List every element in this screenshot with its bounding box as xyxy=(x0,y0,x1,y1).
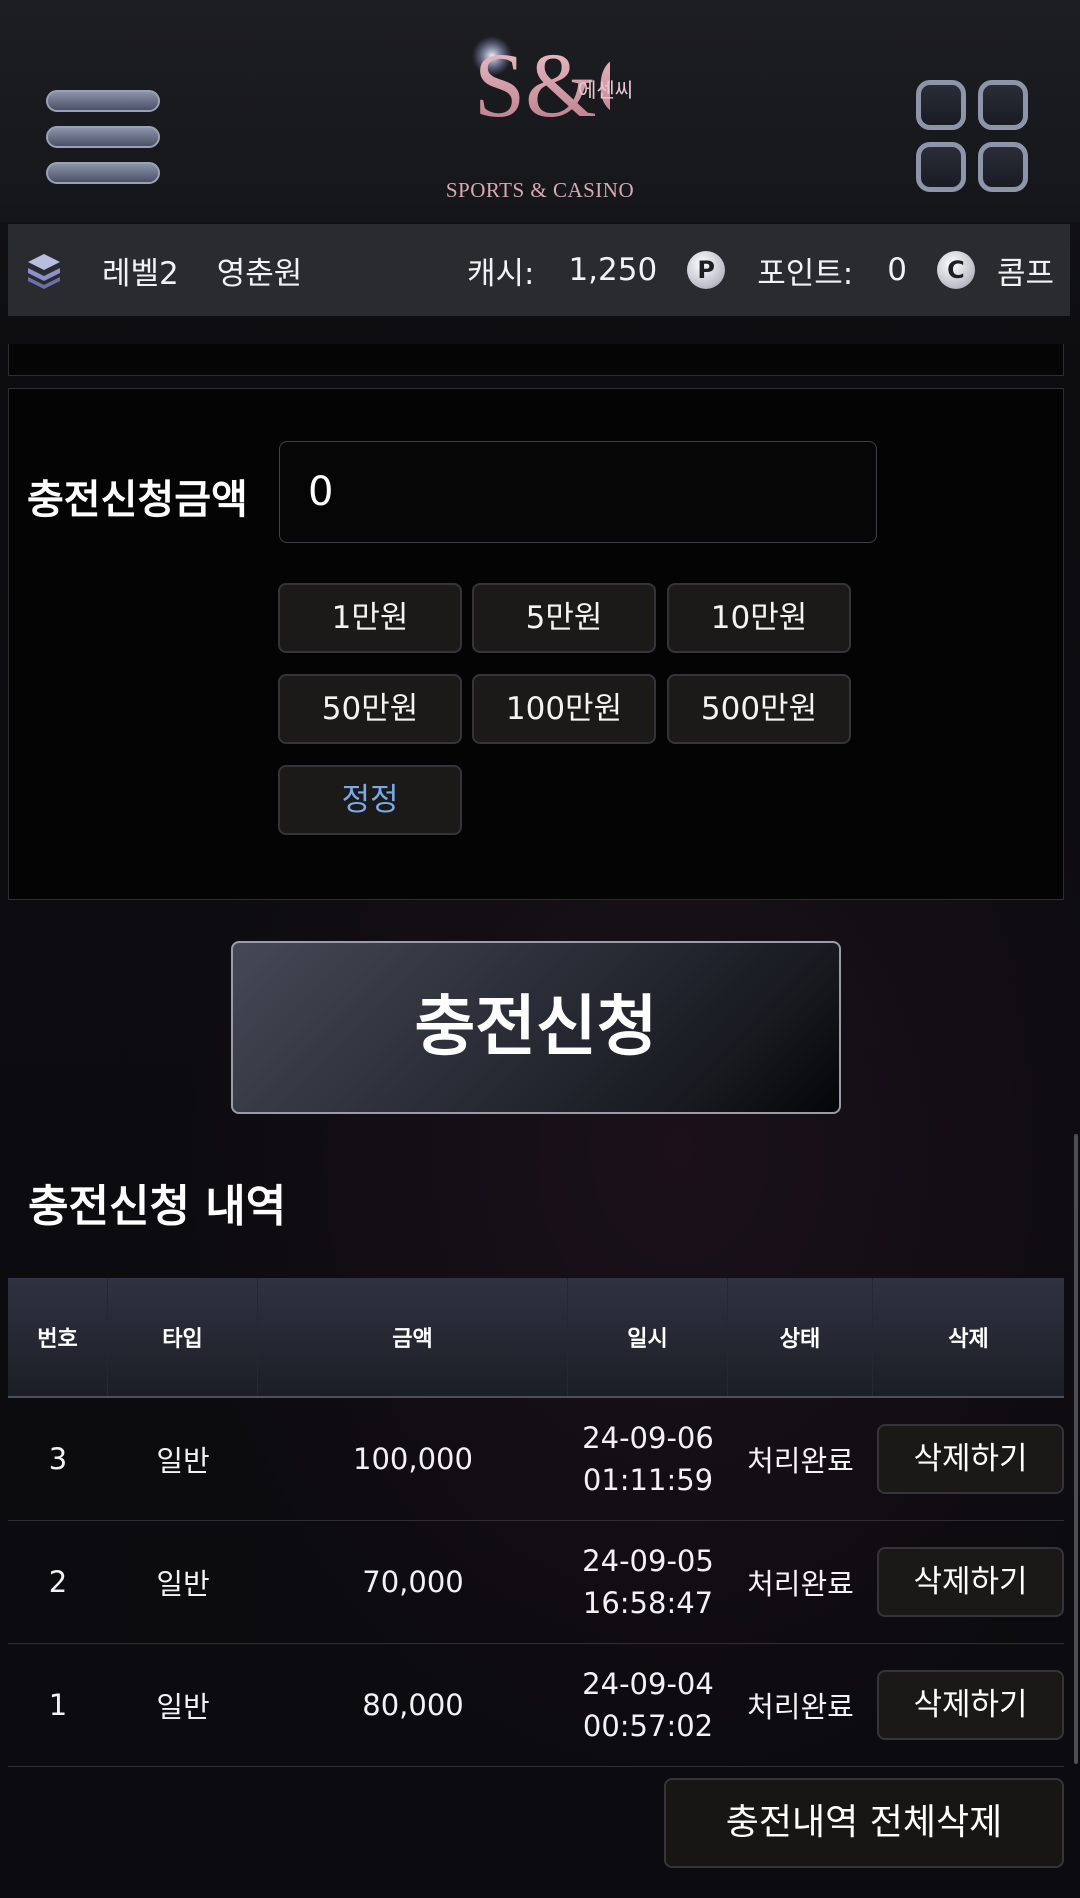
notice-panel xyxy=(8,344,1064,376)
deposit-amount-label: 충전신청금액 xyxy=(27,477,248,523)
table-row: 2 일반 70,000 24-09-05 16:58:47 처리완료 삭제하기 xyxy=(8,1521,1064,1644)
top-header: S&C 에센씨 SPORTS & CASINO xyxy=(0,0,1080,222)
page-scrollbar[interactable] xyxy=(1074,1134,1078,1764)
logo-korean-text: 에센씨 xyxy=(578,78,634,102)
username: 영춘원 xyxy=(216,255,303,292)
table-row: 3 일반 100,000 24-09-06 01:11:59 처리완료 삭제하기 xyxy=(8,1398,1064,1521)
row-delete-cell: 삭제하기 xyxy=(873,1644,1064,1766)
quick-amount-10k-button[interactable]: 1만원 xyxy=(278,583,462,653)
logo-monogram: S&C xyxy=(472,36,610,136)
row-delete-cell: 삭제하기 xyxy=(873,1398,1064,1520)
row-time: 01:11:59 xyxy=(582,1463,714,1497)
row-datetime: 24-09-06 01:11:59 xyxy=(568,1398,728,1520)
row-status: 처리완료 xyxy=(747,1690,854,1724)
delete-row-button[interactable]: 삭제하기 xyxy=(877,1547,1064,1617)
quick-amount-50k-button[interactable]: 5만원 xyxy=(472,583,656,653)
level-layers-icon xyxy=(28,254,60,289)
deposit-history-table: 번호 타입 금액 일시 상태 삭제 3 일반 100,000 24-09-06 … xyxy=(8,1278,1064,1767)
hamburger-menu-icon[interactable] xyxy=(46,90,160,184)
cash-value: 1,250 xyxy=(568,252,658,288)
table-row: 1 일반 80,000 24-09-04 00:57:02 처리완료 삭제하기 xyxy=(8,1644,1064,1767)
row-no: 1 xyxy=(48,1688,68,1722)
row-datetime: 24-09-04 00:57:02 xyxy=(568,1644,728,1766)
history-title: 충전신청 내역 xyxy=(28,1181,287,1232)
quick-amount-500k-button[interactable]: 50만원 xyxy=(278,674,462,744)
column-header-status: 상태 xyxy=(728,1278,873,1396)
row-no: 2 xyxy=(48,1565,68,1599)
quick-amount-5m-button[interactable]: 500만원 xyxy=(667,674,851,744)
row-status: 처리완료 xyxy=(747,1567,854,1601)
site-logo[interactable]: S&C 에센씨 SPORTS & CASINO xyxy=(430,18,650,208)
row-type: 일반 xyxy=(156,1444,210,1478)
deposit-submit-button[interactable]: 충전신청 xyxy=(231,941,841,1114)
grid-square xyxy=(978,80,1028,130)
row-amount: 70,000 xyxy=(362,1565,464,1599)
hamburger-bar xyxy=(46,90,160,112)
reset-amount-button[interactable]: 정정 xyxy=(278,765,462,835)
column-header-delete: 삭제 xyxy=(948,1327,989,1352)
column-header-type: 타입 xyxy=(108,1278,258,1396)
row-date: 24-09-04 xyxy=(582,1667,714,1701)
row-type: 일반 xyxy=(156,1690,210,1724)
grid-square xyxy=(916,142,966,192)
delete-row-button[interactable]: 삭제하기 xyxy=(877,1670,1064,1740)
user-info-bar: 레벨2 영춘원 캐시: 1,250 P 포인트: 0 C 콤프 xyxy=(8,224,1070,316)
point-coin-icon: P xyxy=(687,251,726,289)
deposit-amount-input[interactable] xyxy=(279,441,877,543)
delete-row-button[interactable]: 삭제하기 xyxy=(877,1424,1064,1494)
user-level: 레벨2 xyxy=(102,255,179,292)
point-value: 0 xyxy=(887,252,907,288)
row-datetime: 24-09-05 16:58:47 xyxy=(568,1521,728,1643)
deposit-form: 충전신청금액 1만원 5만원 10만원 50만원 100만원 500만원 정정 xyxy=(8,388,1064,900)
hamburger-bar xyxy=(46,126,160,148)
row-date: 24-09-06 xyxy=(582,1421,714,1455)
app-grid-icon[interactable] xyxy=(916,80,1030,194)
column-header-datetime: 일시 xyxy=(568,1278,728,1396)
row-amount: 100,000 xyxy=(353,1442,473,1476)
grid-square xyxy=(916,80,966,130)
grid-square xyxy=(978,142,1028,192)
logo-brand-text: SPORTS & CASINO xyxy=(445,178,635,202)
delete-all-history-button[interactable]: 충전내역 전체삭제 xyxy=(664,1778,1064,1868)
row-date: 24-09-05 xyxy=(582,1544,714,1578)
point-label: 포인트: xyxy=(757,255,854,292)
row-delete-cell: 삭제하기 xyxy=(873,1521,1064,1643)
row-time: 16:58:47 xyxy=(582,1586,714,1620)
column-header-amount: 금액 xyxy=(258,1278,568,1396)
quick-amount-1m-button[interactable]: 100만원 xyxy=(472,674,656,744)
row-status: 처리완료 xyxy=(747,1444,854,1478)
cash-label: 캐시: xyxy=(466,255,535,292)
table-header: 번호 타입 금액 일시 상태 삭제 xyxy=(8,1278,1064,1398)
row-time: 00:57:02 xyxy=(582,1709,714,1743)
hamburger-bar xyxy=(46,162,160,184)
comp-label[interactable]: 콤프 xyxy=(997,248,1054,293)
row-no: 3 xyxy=(48,1442,68,1476)
quick-amount-100k-button[interactable]: 10만원 xyxy=(667,583,851,653)
row-type: 일반 xyxy=(156,1567,210,1601)
row-amount: 80,000 xyxy=(362,1688,464,1722)
comp-coin-icon: C xyxy=(936,251,975,289)
column-header-no: 번호 xyxy=(8,1278,108,1396)
